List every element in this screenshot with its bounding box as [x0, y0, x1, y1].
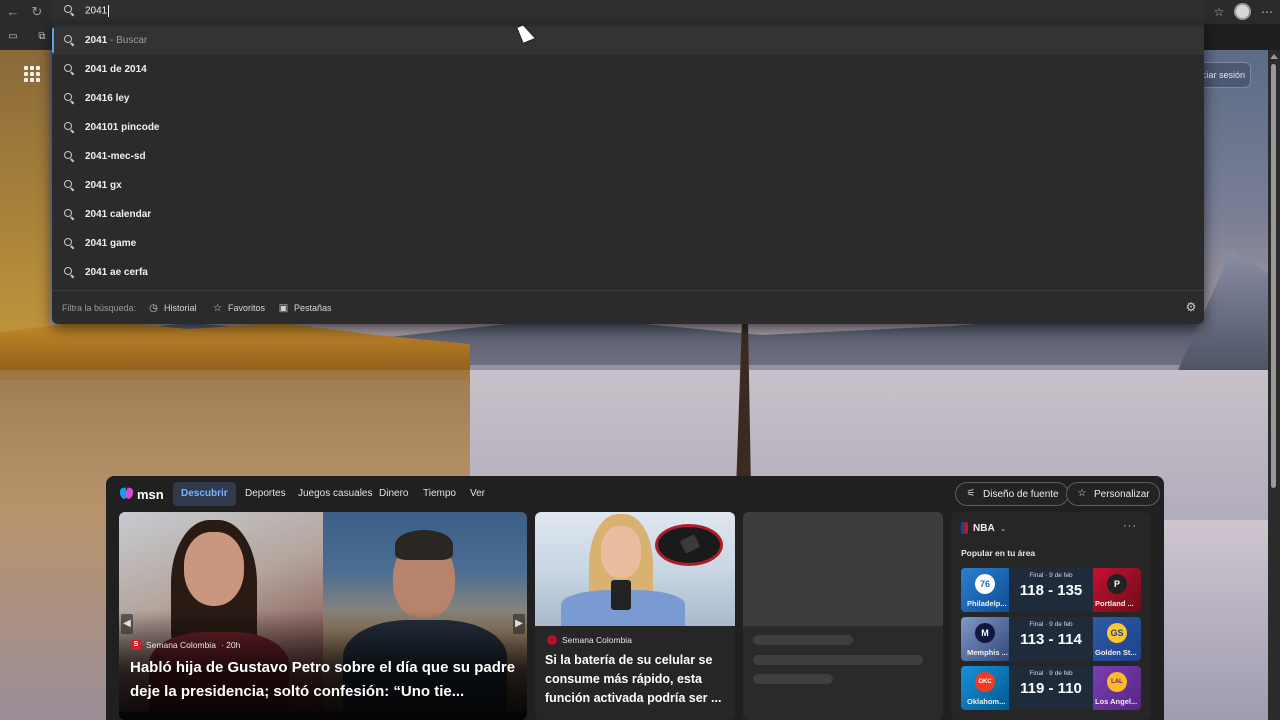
game-score-row[interactable]: 76 Philadelp... Final · 9 de feb 118 - 1…	[961, 568, 1141, 612]
msn-feed: msn Descubrir Deportes Juegos casuales D…	[106, 476, 1164, 720]
suggestion-item[interactable]: 2041 gx	[52, 171, 1204, 200]
suggestion-item[interactable]: 2041 game	[52, 229, 1204, 258]
team-name: Portland ...	[1095, 599, 1134, 608]
back-arrow-icon[interactable]: ←	[4, 3, 22, 21]
team-name: Los Angel...	[1095, 697, 1138, 706]
carousel-prev-icon[interactable]: ◀	[121, 614, 133, 634]
tab-descubrir[interactable]: Descubrir	[173, 482, 236, 506]
search-icon	[64, 267, 74, 277]
game-score: 113 - 114	[1020, 631, 1082, 648]
gear-icon[interactable]: ⚙	[1184, 300, 1198, 314]
tab-dinero[interactable]: Dinero	[379, 488, 408, 499]
nba-logo-icon	[961, 522, 968, 534]
game-score-row[interactable]: OKC Oklahom... Final · 9 de feb 119 - 11…	[961, 666, 1141, 710]
team-name: Memphis ...	[967, 648, 1008, 657]
sixers-logo-icon: 76	[975, 574, 995, 594]
browser-window: ← ↻ 2041 ☆ ⋯ ▭ ⧉ iciar sesión msn Descub…	[0, 0, 1280, 720]
lakers-logo-icon: LAL	[1107, 672, 1127, 692]
apps-grid-icon[interactable]	[24, 66, 40, 82]
search-icon	[64, 5, 74, 15]
nba-league-selector[interactable]: NBA ⌄	[961, 522, 1006, 534]
more-options-icon[interactable]: ···	[1123, 520, 1137, 532]
history-clock-icon: ◷	[149, 302, 158, 314]
thunder-logo-icon: OKC	[975, 672, 995, 692]
suggestion-item[interactable]: 2041 calendar	[52, 200, 1204, 229]
address-bar[interactable]: 2041	[52, 0, 1204, 24]
customize-button[interactable]: ☆ Personalizar	[1066, 482, 1160, 506]
game-score: 119 - 110	[1020, 680, 1082, 697]
profile-avatar[interactable]	[1234, 3, 1251, 20]
search-icon	[64, 209, 74, 219]
address-input[interactable]: 2041	[85, 6, 107, 17]
filter-favorites[interactable]: ☆ Favoritos	[212, 301, 265, 315]
sign-in-button[interactable]: iciar sesión	[1200, 62, 1251, 88]
msn-logo[interactable]: msn	[120, 484, 164, 504]
game-status: Final · 9 de feb	[1029, 670, 1073, 677]
address-suggestions-dropdown: 2041 - Buscar 2041 de 2014 20416 ley 204…	[52, 24, 1204, 324]
more-menu-icon[interactable]: ⋯	[1258, 3, 1276, 21]
search-icon	[64, 93, 74, 103]
favorites-star-icon[interactable]: ☆	[1210, 3, 1228, 21]
suggestion-item[interactable]: 2041 - Buscar	[52, 26, 1204, 55]
hero-source: S Semana Colombia · 20h	[131, 640, 240, 650]
team-name: Oklahom...	[967, 697, 1006, 706]
game-score-row[interactable]: M Memphis ... Final · 9 de feb 113 - 114…	[961, 617, 1141, 661]
loading-card-placeholder	[743, 512, 943, 720]
tab-deportes[interactable]: Deportes	[245, 488, 286, 499]
search-icon	[64, 151, 74, 161]
tab-juegos-casuales[interactable]: Juegos casuales	[298, 488, 373, 499]
nba-scores-card: NBA ⌄ ··· Popular en tu área 76 Philadel…	[951, 512, 1151, 720]
search-icon	[64, 180, 74, 190]
game-status: Final · 9 de feb	[1029, 621, 1073, 628]
suggestion-item[interactable]: 2041 ae cerfa	[52, 258, 1204, 287]
text-caret	[108, 5, 110, 17]
team-name: Philadelp...	[967, 599, 1007, 608]
collections-icon[interactable]: ⧉	[35, 30, 49, 44]
side-toolbar: ▭ ⧉	[0, 24, 52, 50]
search-icon	[64, 122, 74, 132]
source-logo-icon: S	[131, 640, 141, 650]
filter-label: Filtra la búsqueda:	[62, 303, 137, 313]
search-icon	[64, 238, 74, 248]
blazers-logo-icon: P	[1107, 574, 1127, 594]
chevron-down-icon: ⌄	[999, 523, 1007, 533]
grizzlies-logo-icon: M	[975, 623, 995, 643]
page-scrollbar[interactable]	[1268, 50, 1280, 720]
tabs-icon: ▣	[278, 302, 289, 314]
popular-label: Popular en tu área	[961, 548, 1036, 558]
search-icon	[64, 64, 74, 74]
suggestion-item[interactable]: 20416 ley	[52, 84, 1204, 113]
reading-icon[interactable]: ▭	[6, 30, 20, 44]
hero-headline[interactable]: Habló hija de Gustavo Petro sobre el día…	[130, 656, 520, 704]
news-card-photo	[535, 512, 735, 626]
news-card[interactable]: Semana Colombia Si la batería de su celu…	[535, 512, 735, 720]
search-filter-bar: Filtra la búsqueda: ◷ Historial ☆ Favori…	[52, 290, 1204, 324]
suggestion-item[interactable]: 2041-mec-sd	[52, 142, 1204, 171]
game-status: Final · 9 de feb	[1029, 572, 1073, 579]
game-score: 118 - 135	[1019, 582, 1083, 599]
search-icon	[64, 35, 74, 45]
tab-tiempo[interactable]: Tiempo	[423, 488, 456, 499]
filter-tabs[interactable]: ▣ Pestañas	[278, 301, 332, 315]
carousel-next-icon[interactable]: ▶	[513, 614, 525, 634]
suggestion-item[interactable]: 2041 de 2014	[52, 55, 1204, 84]
star-icon: ☆	[213, 302, 222, 314]
refresh-icon[interactable]: ↻	[28, 3, 46, 21]
sliders-icon: ⚟	[966, 488, 976, 499]
scroll-thumb[interactable]	[1271, 64, 1276, 488]
suggestion-item[interactable]: 204101 pincode	[52, 113, 1204, 142]
scroll-up-arrow-icon[interactable]	[1270, 54, 1278, 59]
msn-butterfly-icon	[120, 487, 134, 501]
tab-ver[interactable]: Ver	[470, 488, 485, 499]
news-card-headline[interactable]: Si la batería de su celular se consume m…	[545, 651, 727, 708]
warriors-logo-icon: GS	[1107, 623, 1127, 643]
toolbar: ← ↻ 2041 ☆ ⋯	[0, 0, 1280, 24]
sparkle-star-icon: ☆	[1077, 488, 1087, 499]
filter-history[interactable]: ◷ Historial	[148, 301, 196, 315]
source-logo-icon	[547, 635, 557, 645]
feed-design-button[interactable]: ⚟ Diseño de fuente	[955, 482, 1069, 506]
news-card-source: Semana Colombia	[547, 635, 632, 645]
team-name: Golden St...	[1095, 648, 1137, 657]
hero-news-card[interactable]: ◀ ▶ S Semana Colombia · 20h Habló hija d…	[119, 512, 527, 720]
